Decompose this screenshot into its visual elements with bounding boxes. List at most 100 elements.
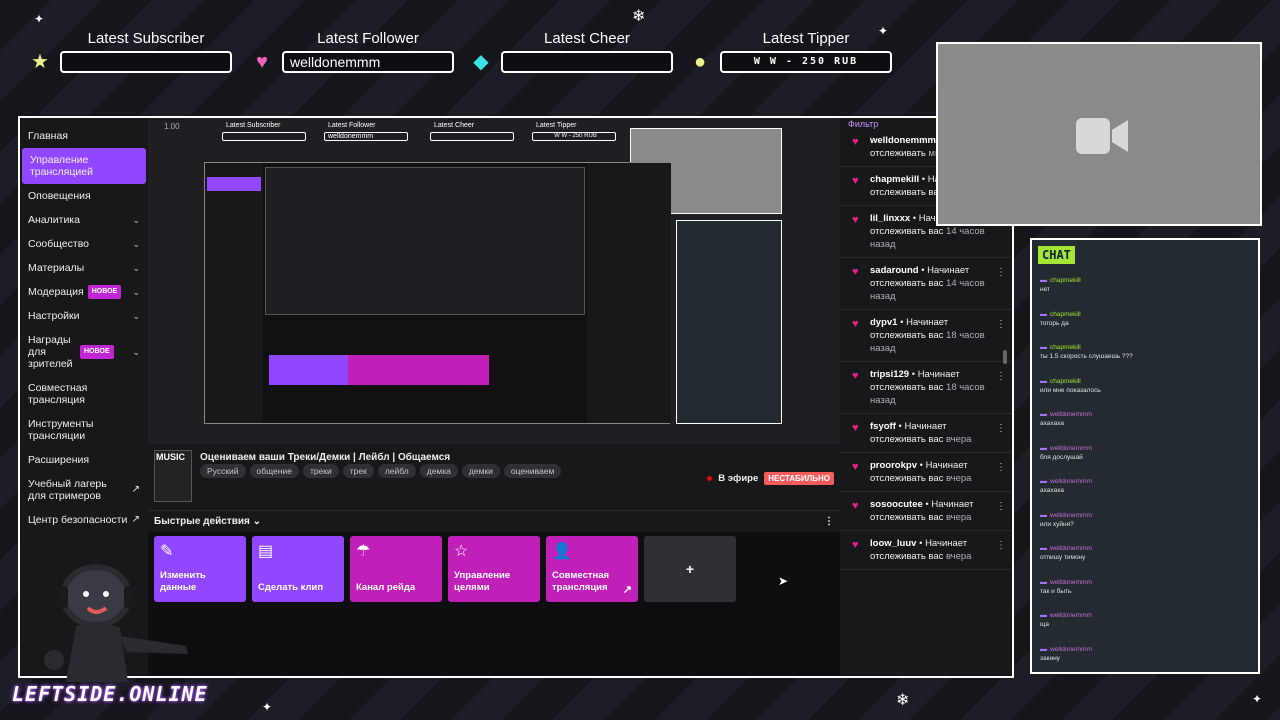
feed-username[interactable]: sosoocutee bbox=[870, 499, 923, 510]
feed-item: ♥ ⋮ tripsi129 • Начинает отслеживать вас 1… bbox=[840, 362, 1012, 414]
sidebar-item-analytics[interactable]: Аналитика ⌄ bbox=[20, 208, 148, 232]
sidebar-item-community[interactable]: Сообщество ⌄ bbox=[20, 232, 148, 256]
sparkle-icon: ✦ bbox=[34, 12, 45, 26]
more-options-icon[interactable]: ⋮ bbox=[996, 500, 1006, 513]
sidebar-item-label: Инструменты трансляции bbox=[28, 418, 94, 442]
tag[interactable]: демки bbox=[461, 464, 500, 478]
tile-label: Совместная трансляция bbox=[552, 570, 610, 593]
latest-tipper-value: W W - 250 RUB bbox=[720, 51, 892, 73]
coin-icon: ● bbox=[693, 51, 707, 73]
quick-actions-panel: ✎ Изменить данные ▤ Сделать клип ☂ Канал… bbox=[148, 532, 840, 676]
more-options-icon[interactable]: ⋮ bbox=[996, 266, 1006, 279]
preview-follower-label: Latest Follower bbox=[328, 122, 376, 129]
sidebar-item-creator-camp[interactable]: Учебный лагерь для стримеров ↗ bbox=[20, 472, 148, 508]
collab-stream-button[interactable]: 👤 Совместная трансляция ↗ bbox=[546, 536, 638, 602]
latest-follower-widget: ♥ Latest Follower welldonemmm bbox=[256, 30, 454, 73]
more-options-icon[interactable]: ⋮ bbox=[996, 370, 1006, 383]
chat-text: тогорь да bbox=[1040, 319, 1069, 327]
sidebar-item-settings[interactable]: Настройки ⌄ bbox=[20, 304, 148, 328]
stream-tags: Русский общение треки трек лейбл демка д… bbox=[200, 464, 562, 478]
chat-username[interactable]: welldonemmm bbox=[1050, 646, 1092, 653]
feed-username[interactable]: proorokpv bbox=[870, 460, 917, 471]
chat-header: CHAT bbox=[1038, 246, 1075, 264]
create-clip-button[interactable]: ▤ Сделать клип bbox=[252, 536, 344, 602]
sidebar-item-label: Сообщество bbox=[28, 238, 89, 250]
heart-icon: ♥ bbox=[852, 461, 859, 473]
feed-username[interactable]: lil_linxxx bbox=[870, 213, 910, 224]
chat-username[interactable]: welldonemmm bbox=[1050, 512, 1092, 519]
chat-username[interactable]: welldonemmm bbox=[1050, 478, 1092, 485]
sidebar-item-stream-tools[interactable]: Инструменты трансляции bbox=[20, 412, 148, 448]
feed-scrollbar[interactable] bbox=[1003, 350, 1007, 364]
tag[interactable]: Русский bbox=[200, 464, 246, 478]
chat-text: или мне показалось bbox=[1040, 386, 1101, 394]
sidebar-item-collab-stream[interactable]: Совместная трансляция bbox=[20, 376, 148, 412]
sidebar-item-moderation[interactable]: Модерация НОВОЕ ⌄ bbox=[20, 280, 148, 304]
parachute-icon: ☂ bbox=[356, 543, 371, 560]
chat-username[interactable]: welldonemmm bbox=[1050, 545, 1092, 552]
more-options-icon[interactable]: ⋮ bbox=[996, 318, 1006, 331]
feed-username[interactable]: loow_luuv bbox=[870, 538, 916, 549]
badge-icon: ▬ bbox=[1040, 411, 1047, 418]
heart-icon: ♥ bbox=[852, 214, 859, 226]
live-status: В эфире НЕСТАБИЛЬНО bbox=[707, 472, 834, 485]
preview-chat bbox=[676, 220, 782, 424]
chat-username[interactable]: chapmekill bbox=[1050, 378, 1081, 385]
quick-actions-header[interactable]: Быстрые действия ⌄ ⋮ bbox=[148, 510, 840, 532]
tag[interactable]: лейбл bbox=[377, 464, 416, 478]
more-options-icon[interactable]: ⋮ bbox=[824, 516, 834, 527]
more-options-icon[interactable]: ⋮ bbox=[996, 461, 1006, 474]
feed-time: вчера bbox=[946, 434, 972, 445]
feed-item: ♥ ⋮ sadaround • Начинает отслеживать вас 1… bbox=[840, 258, 1012, 310]
chat-message: ▬ welldonemmm ща bbox=[1040, 611, 1250, 629]
raid-channel-button[interactable]: ☂ Канал рейда bbox=[350, 536, 442, 602]
tag[interactable]: треки bbox=[302, 464, 339, 478]
star-icon: ★ bbox=[31, 51, 49, 73]
feed-username[interactable]: tripsi129 bbox=[870, 369, 909, 380]
tag[interactable]: демка bbox=[419, 464, 458, 478]
feed-time: вчера bbox=[946, 473, 972, 484]
sidebar-item-home[interactable]: Главная bbox=[20, 124, 148, 148]
feed-username[interactable]: sadaround bbox=[870, 265, 919, 276]
tag[interactable]: общение bbox=[249, 464, 299, 478]
chat-username[interactable]: chapmekill bbox=[1050, 311, 1081, 318]
chat-message: ▬ chapmekill или мне показалось bbox=[1040, 377, 1250, 395]
sidebar-item-stream-manager[interactable]: Управление трансляцией bbox=[22, 148, 146, 184]
more-options-icon[interactable]: ⋮ bbox=[996, 422, 1006, 435]
chat-text: или хуйня? bbox=[1040, 520, 1074, 528]
chat-username[interactable]: welldonemmm bbox=[1050, 411, 1092, 418]
chat-username[interactable]: chapmekill bbox=[1050, 277, 1081, 284]
chat-username[interactable]: welldonemmm bbox=[1050, 445, 1092, 452]
chat-message: ▬ welldonemmm так и быть bbox=[1040, 578, 1250, 596]
add-action-button[interactable]: + bbox=[644, 536, 736, 602]
tile-label: Управление целями bbox=[454, 570, 511, 593]
badge-icon: ▬ bbox=[1040, 377, 1047, 385]
feed-username[interactable]: fsyoff bbox=[870, 421, 896, 432]
sidebar-item-extensions[interactable]: Расширения bbox=[20, 448, 148, 472]
feed-username[interactable]: chapmekill bbox=[870, 174, 919, 185]
heart-icon: ♥ bbox=[256, 51, 268, 73]
feed-username[interactable]: dypv1 bbox=[870, 317, 897, 328]
stream-thumbnail[interactable]: MUSIC bbox=[154, 450, 192, 502]
stream-preview[interactable]: 1.00 Latest Subscriber Latest Follower w… bbox=[148, 118, 840, 444]
latest-subscriber-widget: ★ Latest Subscriber bbox=[31, 30, 232, 73]
sidebar-item-alerts[interactable]: Оповещения bbox=[20, 184, 148, 208]
chevron-down-icon: ⌄ bbox=[132, 263, 140, 273]
sidebar-item-content[interactable]: Материалы ⌄ bbox=[20, 256, 148, 280]
quick-actions-title: Быстрые действия bbox=[154, 516, 250, 527]
sidebar-item-label: Главная bbox=[28, 130, 68, 142]
latest-follower-value: welldonemmm bbox=[282, 51, 454, 73]
chat-message: ▬ welldonemmm ахахаха bbox=[1040, 477, 1250, 495]
new-badge: НОВОЕ bbox=[87, 285, 122, 299]
tag[interactable]: трек bbox=[342, 464, 374, 478]
more-options-icon[interactable]: ⋮ bbox=[996, 539, 1006, 552]
badge-icon: ▬ bbox=[1040, 478, 1047, 485]
manage-goals-button[interactable]: ☆ Управление целями bbox=[448, 536, 540, 602]
chat-username[interactable]: chapmekill bbox=[1050, 344, 1081, 351]
sidebar-item-viewer-rewards[interactable]: Награды для зрителей НОВОЕ ⌄ bbox=[20, 328, 148, 376]
tag[interactable]: оцениваем bbox=[503, 464, 562, 478]
feed-username[interactable]: welldonemmm bbox=[870, 135, 936, 146]
chat-username[interactable]: welldonemmm bbox=[1050, 579, 1092, 586]
sidebar-item-safety-center[interactable]: Центр безопасности ↗ bbox=[20, 508, 148, 532]
chat-username[interactable]: welldonemmm bbox=[1050, 612, 1092, 619]
